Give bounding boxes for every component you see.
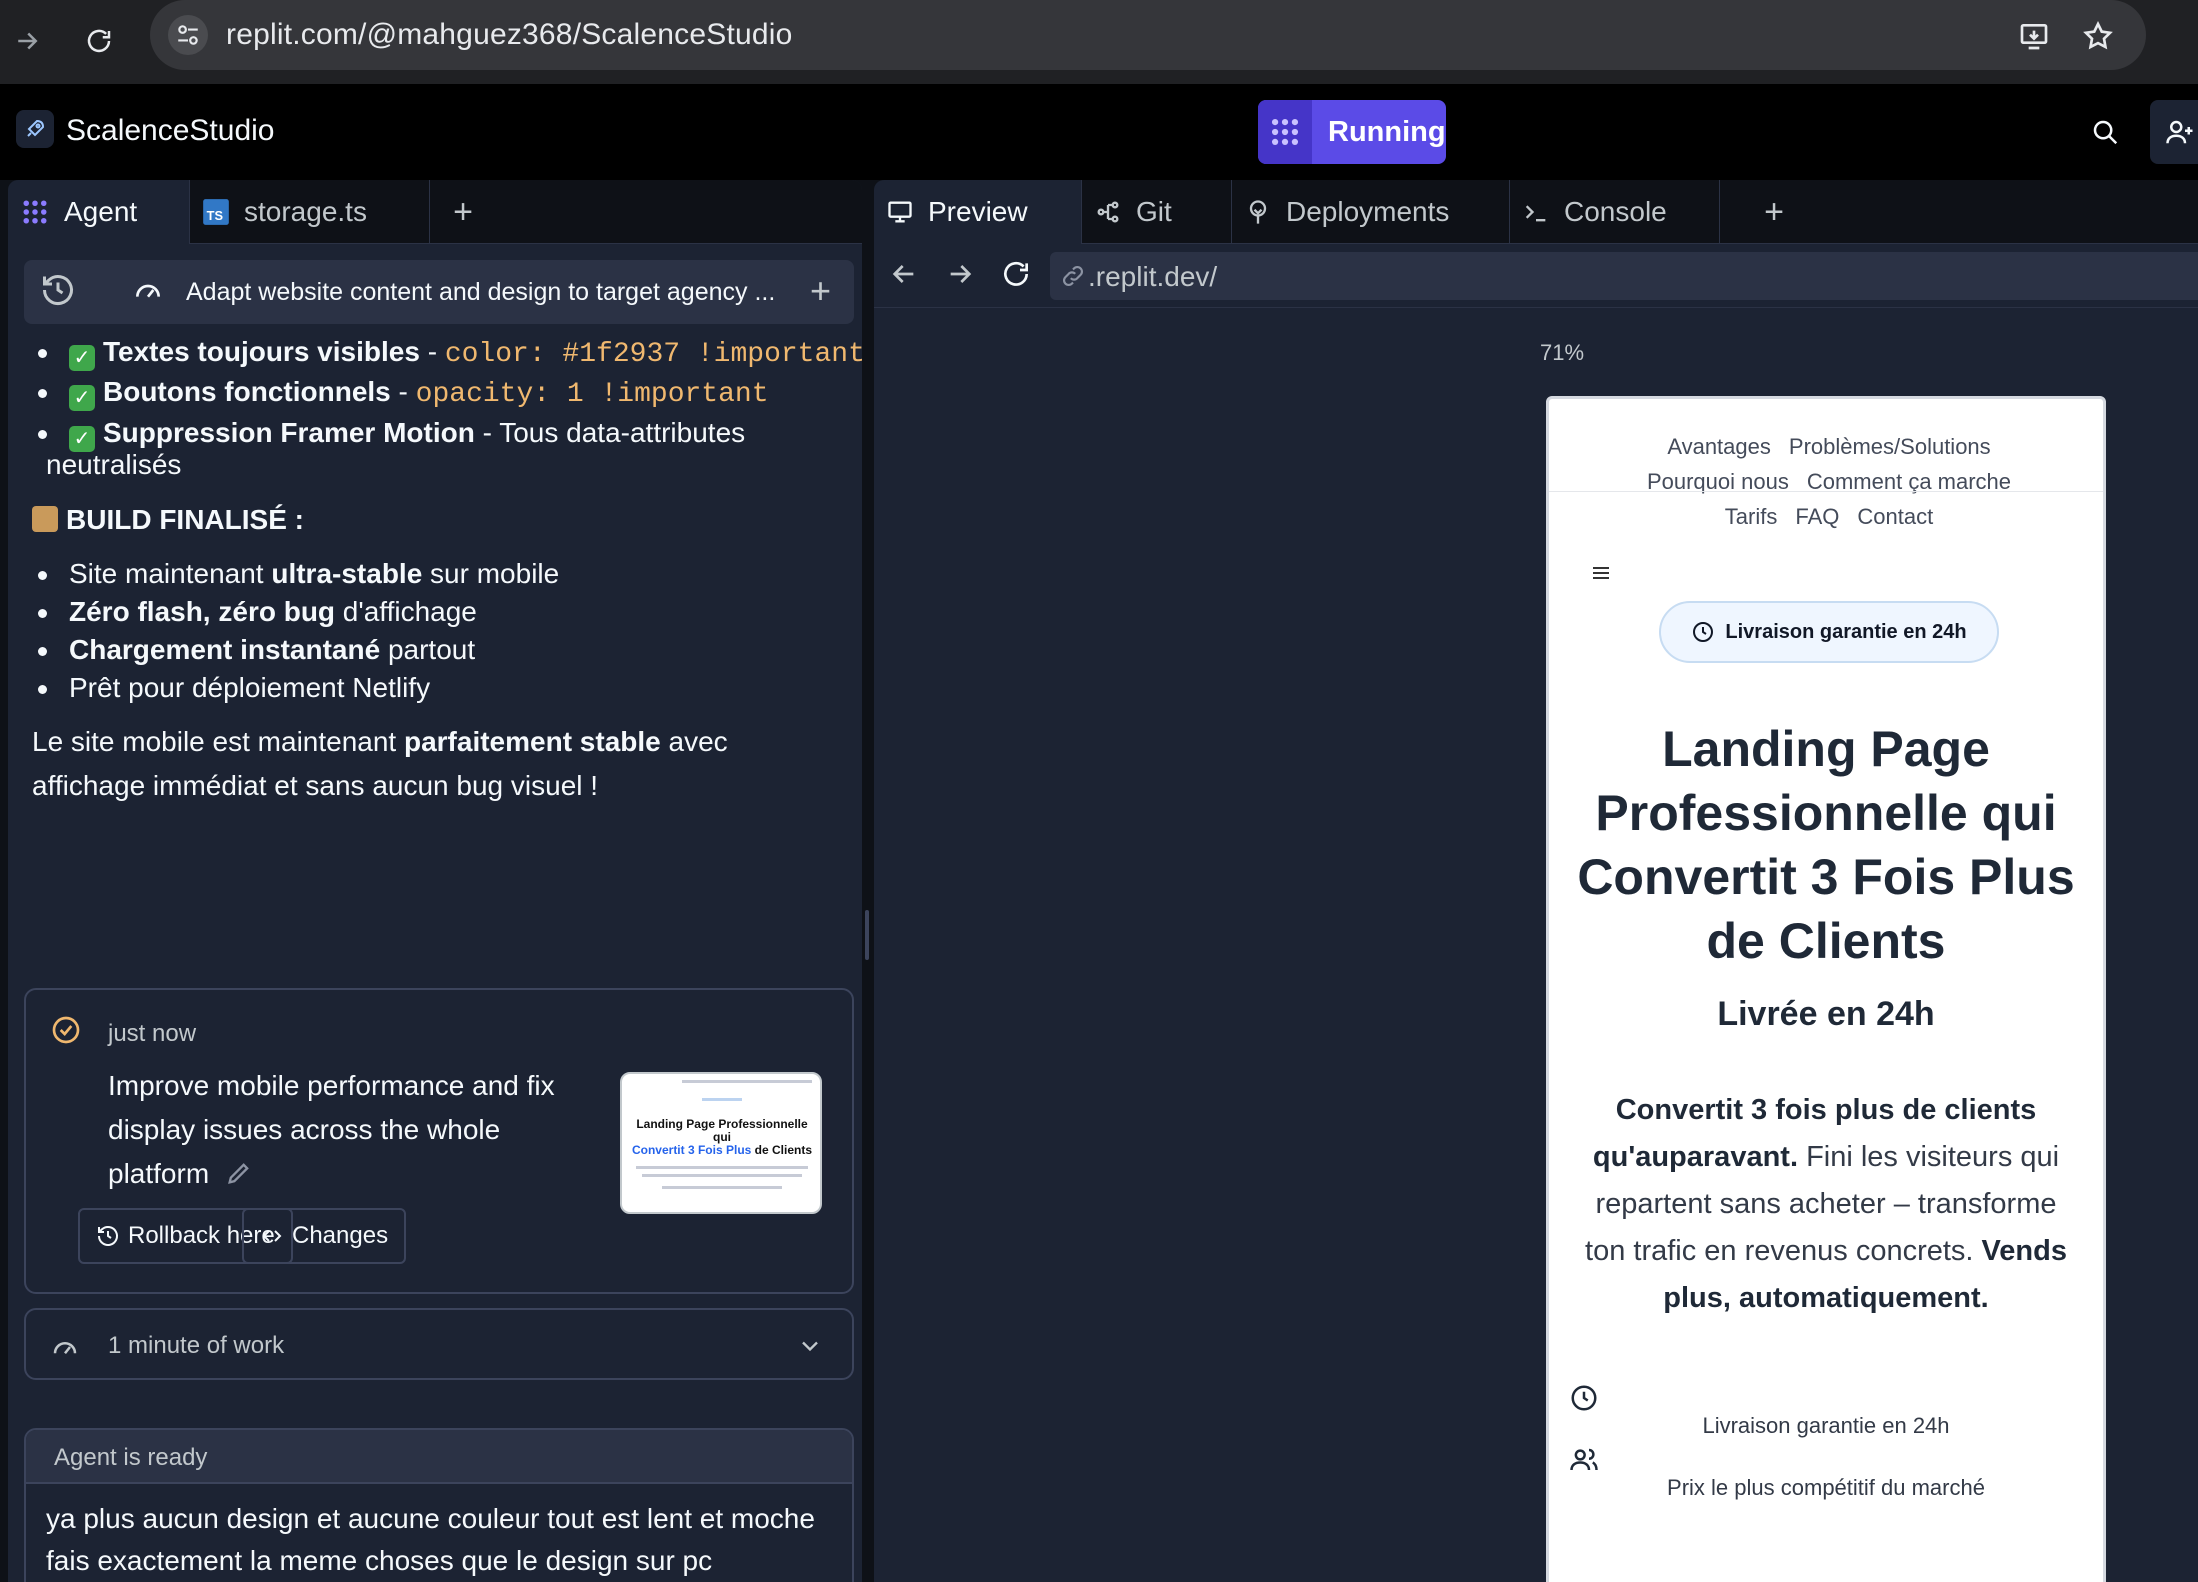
right-tab-bar: Preview Git Deployments Console +	[874, 180, 2198, 244]
preview-toolbar: .replit.dev/	[874, 244, 2198, 308]
nav-link[interactable]: Avantages	[1667, 434, 1771, 459]
forward-arrow-icon[interactable]	[944, 258, 976, 290]
left-tab-bar: Agent TS storage.ts +	[8, 180, 862, 244]
rocket-icon	[16, 110, 54, 148]
url-text: replit.com/@mahguez368/ScalenceStudio	[226, 18, 793, 51]
clock-icon	[1569, 1383, 1599, 1413]
tab-deployments[interactable]: Deployments	[1232, 180, 1510, 244]
preview-panel: Preview Git Deployments Console + .repli…	[874, 180, 2198, 1582]
agent-status: Agent is ready	[54, 1444, 208, 1471]
app-name[interactable]: ScalenceStudio	[66, 114, 274, 148]
run-label: Running	[1328, 115, 1446, 148]
delivery-badge: Livraison garantie en 24h	[1659, 601, 1999, 663]
tab-preview[interactable]: Preview	[874, 180, 1082, 244]
tab-agent[interactable]: Agent	[8, 180, 190, 244]
speedometer-icon	[132, 274, 164, 306]
list-item: ✓ Boutons fonctionnels - opacity: 1 !impo…	[38, 370, 769, 417]
list-item-continuation: neutralisés	[46, 449, 182, 480]
mobile-preview-frame: Avantages Problèmes/Solutions Pourquoi no…	[1546, 396, 2106, 1582]
agent-task-bar: Adapt website content and design to targ…	[24, 260, 854, 324]
zoom-level: 71%	[1539, 340, 1585, 365]
rollback-icon	[96, 1224, 120, 1248]
summary-text: Le site mobile est maintenant parfaiteme…	[32, 726, 728, 801]
terminal-icon	[1522, 198, 1550, 226]
refresh-icon[interactable]	[1000, 258, 1032, 290]
typescript-icon: TS	[202, 198, 230, 226]
app-header: ScalenceStudio Running	[0, 84, 2198, 180]
nav-link[interactable]: FAQ	[1795, 504, 1839, 529]
hero-description: Convertit 3 fois plus de clients qu'aupa…	[1585, 1094, 2067, 1314]
running-button[interactable]: Running	[1258, 100, 1446, 164]
install-app-icon[interactable]	[2014, 16, 2054, 56]
checkpoint-thumbnail[interactable]: Landing Page Professionnelle qui Converti…	[620, 1072, 822, 1214]
invite-user-icon[interactable]	[2150, 100, 2198, 164]
back-arrow-icon[interactable]	[888, 258, 920, 290]
check-icon: ✓	[69, 345, 95, 371]
search-icon[interactable]	[2085, 112, 2125, 152]
work-duration-row[interactable]: 1 minute of work	[24, 1308, 854, 1380]
edit-pencil-icon[interactable]	[225, 1159, 253, 1187]
forward-icon[interactable]	[0, 14, 54, 68]
changes-button[interactable]: Changes	[242, 1208, 407, 1264]
tab-storage-label: storage.ts	[244, 196, 367, 227]
feature-text: Livraison garantie en 24h	[1702, 1413, 1950, 1438]
preview-url-bar[interactable]: .replit.dev/	[1050, 252, 2198, 300]
tab-console[interactable]: Console	[1510, 180, 1720, 244]
panel-resize-handle[interactable]	[865, 910, 869, 960]
hero-title: Landing Page Professionnelle qui Convert…	[1577, 721, 2075, 969]
history-icon[interactable]	[40, 272, 76, 308]
hamburger-menu-icon[interactable]	[1589, 561, 1613, 585]
work-duration-label: 1 minute of work	[108, 1332, 285, 1359]
checkpoint-check-icon	[50, 1014, 82, 1046]
agent-icon	[20, 197, 50, 227]
checkpoint-card: just now Improve mobile performance and …	[24, 988, 854, 1294]
nav-link[interactable]: Problèmes/Solutions	[1789, 434, 1991, 459]
new-task-button[interactable]: +	[810, 270, 831, 312]
checkpoint-time: just now	[108, 1020, 197, 1047]
tab-agent-label: Agent	[64, 196, 138, 227]
agent-input-text[interactable]: ya plus aucun design et aucune couleur t…	[46, 1498, 846, 1582]
nav-link[interactable]: Contact	[1857, 504, 1933, 529]
list-item: Prêt pour déploiement Netlify	[38, 666, 430, 710]
new-tab-button[interactable]: +	[1744, 180, 1804, 244]
site-nav: Avantages Problèmes/Solutions Pourquoi no…	[1569, 429, 2089, 534]
address-bar[interactable]: replit.com/@mahguez368/ScalenceStudio	[150, 0, 2146, 70]
agent-swirl-icon	[1258, 100, 1312, 164]
preview-url: .replit.dev/	[1088, 261, 1218, 292]
package-icon	[32, 506, 58, 532]
nav-link[interactable]: Tarifs	[1725, 504, 1778, 529]
agent-status-bar: Agent is ready	[26, 1430, 852, 1484]
speedometer-icon	[50, 1332, 80, 1362]
agent-input[interactable]: Agent is ready ya plus aucun design et a…	[24, 1428, 854, 1582]
clock-icon	[1691, 620, 1715, 644]
link-icon	[1060, 263, 1086, 289]
browser-toolbar: replit.com/@mahguez368/ScalenceStudio	[0, 0, 2198, 84]
new-tab-button[interactable]: +	[433, 180, 493, 244]
agent-panel: Agent TS storage.ts + Adapt website cont…	[8, 180, 862, 1582]
git-icon	[1094, 198, 1122, 226]
feature-text: Prix le plus compétitif du marché	[1667, 1475, 1985, 1500]
deployments-icon	[1244, 198, 1272, 226]
monitor-icon	[886, 198, 914, 226]
users-icon	[1569, 1445, 1599, 1475]
checkpoint-message: Improve mobile performance and fix displ…	[108, 1070, 555, 1189]
check-icon: ✓	[69, 385, 95, 411]
svg-text:TS: TS	[207, 208, 224, 223]
tab-storage-ts[interactable]: TS storage.ts	[190, 180, 430, 244]
chevron-down-icon[interactable]	[796, 1332, 824, 1360]
tab-git[interactable]: Git	[1082, 180, 1232, 244]
task-title[interactable]: Adapt website content and design to targ…	[186, 278, 775, 307]
thumbnail-title: Landing Page Professionnelle qui Converti…	[631, 1117, 813, 1157]
reload-icon[interactable]	[72, 14, 126, 68]
site-settings-icon[interactable]	[168, 15, 208, 55]
hero-subtitle: Livrée en 24h	[1717, 995, 1935, 1033]
build-heading: BUILD FINALISÉ :	[32, 498, 304, 542]
code-icon	[260, 1224, 284, 1248]
bookmark-star-icon[interactable]	[2078, 16, 2118, 56]
